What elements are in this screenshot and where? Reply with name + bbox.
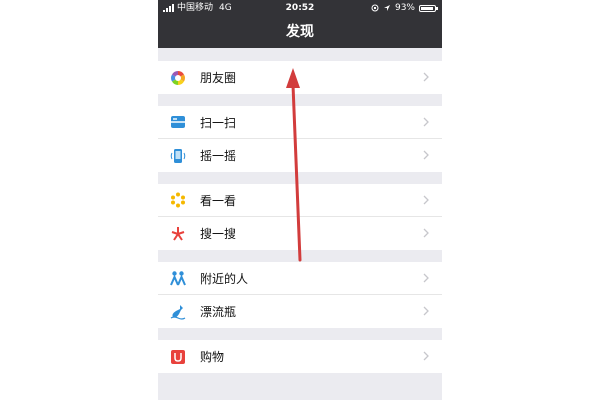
chevron-right-icon [423,72,429,82]
menu-item-label: 搜一搜 [200,227,237,241]
chevron-right-icon [423,195,429,205]
chevron-right-icon [423,273,429,283]
chevron-right-icon [423,306,429,316]
menu-item-label: 漂流瓶 [200,305,237,319]
menu-item-label: 摇一摇 [200,149,237,163]
page-title: 发现 [158,16,442,48]
menu-item-label: 附近的人 [200,271,249,286]
search-icon [170,226,186,242]
discover-list: 朋友圈 扫一扫 摇一摇 看一看 搜一搜 附近的人 漂流瓶 购物 [158,48,442,373]
location-icon [383,5,390,11]
menu-item-search[interactable]: 搜一搜 [158,217,442,250]
chevron-right-icon [423,228,429,238]
status-bar: 中国移动 4G 20:52 93% [158,0,442,16]
menu-item-label: 扫一扫 [200,115,237,130]
scan-icon [170,114,186,130]
menu-item-people-nearby[interactable]: 附近的人 [158,262,442,295]
menu-item-top-stories[interactable]: 看一看 [158,184,442,217]
section-gap [158,94,442,106]
drift-bottle-icon [170,304,186,320]
status-right: 93% [371,0,438,16]
menu-item-label: 朋友圈 [200,71,237,85]
menu-item-shake[interactable]: 摇一摇 [158,139,442,172]
menu-item-moments[interactable]: 朋友圈 [158,61,442,94]
battery-percent: 93% [394,3,415,13]
menu-item-label: 看一看 [200,193,237,208]
phone-screen: 中国移动 4G 20:52 93% 发现 朋友圈 扫一扫 摇一摇 看一看 搜一搜… [158,0,442,400]
people-nearby-icon [170,270,186,286]
menu-item-label: 购物 [200,350,225,364]
section-gap [158,328,442,340]
section-gap [158,250,442,262]
chevron-right-icon [423,351,429,361]
rotation-lock-icon [371,4,379,12]
chevron-right-icon [423,150,429,160]
shopping-icon [170,349,186,365]
chevron-right-icon [423,117,429,127]
section-gap [158,172,442,184]
menu-item-drift-bottle[interactable]: 漂流瓶 [158,295,442,328]
menu-item-shopping[interactable]: 购物 [158,340,442,373]
menu-item-scan[interactable]: 扫一扫 [158,106,442,139]
section-gap [158,48,442,61]
battery-icon [419,4,438,12]
moments-icon [170,70,186,86]
top-stories-icon [170,192,186,208]
shake-icon [170,148,186,164]
